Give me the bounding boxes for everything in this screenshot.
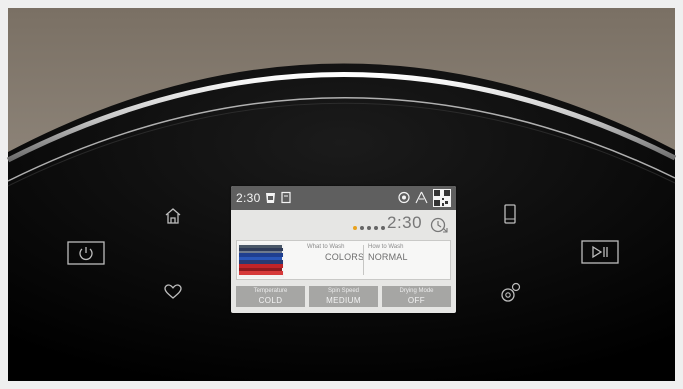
cycle-options-icon: [501, 282, 521, 302]
page-indicator: [353, 219, 388, 237]
what-to-wash-value: COLORS: [325, 252, 365, 262]
drying-mode-label: Drying Mode: [399, 288, 434, 294]
temperature-option[interactable]: Temperature COLD: [236, 286, 305, 307]
remote-phone-button[interactable]: [504, 204, 516, 224]
status-bar: 2:30: [231, 186, 456, 210]
spin-speed-value: MEDIUM: [326, 296, 361, 305]
time-remaining: 2:30: [387, 213, 423, 232]
page-dot-3[interactable]: [367, 225, 371, 230]
card-divider: [363, 245, 364, 275]
home-button[interactable]: [164, 207, 182, 225]
how-to-wash-label: How to Wash: [368, 244, 404, 250]
dispenser-icon: [281, 191, 291, 204]
favorite-button[interactable]: [164, 284, 182, 300]
power-button[interactable]: [67, 241, 105, 265]
page-dot-1[interactable]: [353, 225, 357, 230]
page-dot-2[interactable]: [360, 225, 364, 230]
temperature-value: COLD: [258, 296, 283, 305]
spin-speed-option[interactable]: Spin Speed MEDIUM: [309, 286, 378, 307]
phone-icon: [504, 204, 516, 224]
how-to-wash-value: NORMAL: [368, 252, 408, 262]
detergent-icon: [266, 193, 275, 203]
qr-code-icon[interactable]: [433, 189, 451, 207]
wifi-remote-icon: [398, 191, 410, 204]
drying-mode-option[interactable]: Drying Mode OFF: [382, 286, 451, 307]
clock-end-icon[interactable]: [430, 217, 450, 233]
washer-control-panel: 2:30 2:30 What to Wash COLORS How to Was…: [0, 0, 683, 389]
spin-speed-label: Spin Speed: [327, 288, 360, 294]
clock-time: 2:30: [236, 191, 261, 205]
play-pause-icon: [581, 240, 619, 264]
start-pause-button[interactable]: [581, 240, 619, 264]
wash-selection-card[interactable]: What to Wash COLORS How to Wash NORMAL: [236, 240, 451, 280]
smart-icon: [415, 191, 428, 204]
page-dot-5[interactable]: [381, 225, 385, 230]
what-to-wash-label: What to Wash: [307, 244, 345, 250]
folded-clothes-image: [238, 243, 284, 278]
drying-mode-value: OFF: [407, 296, 426, 305]
power-icon: [67, 241, 105, 265]
favorite-heart-icon: [164, 284, 182, 299]
home-icon: [165, 208, 181, 224]
temperature-label: Temperature: [253, 288, 288, 294]
cycle-options-button[interactable]: [500, 281, 522, 303]
lcd-display: 2:30 2:30 What to Wash COLORS How to Was…: [231, 186, 456, 313]
page-dot-4[interactable]: [374, 225, 378, 230]
